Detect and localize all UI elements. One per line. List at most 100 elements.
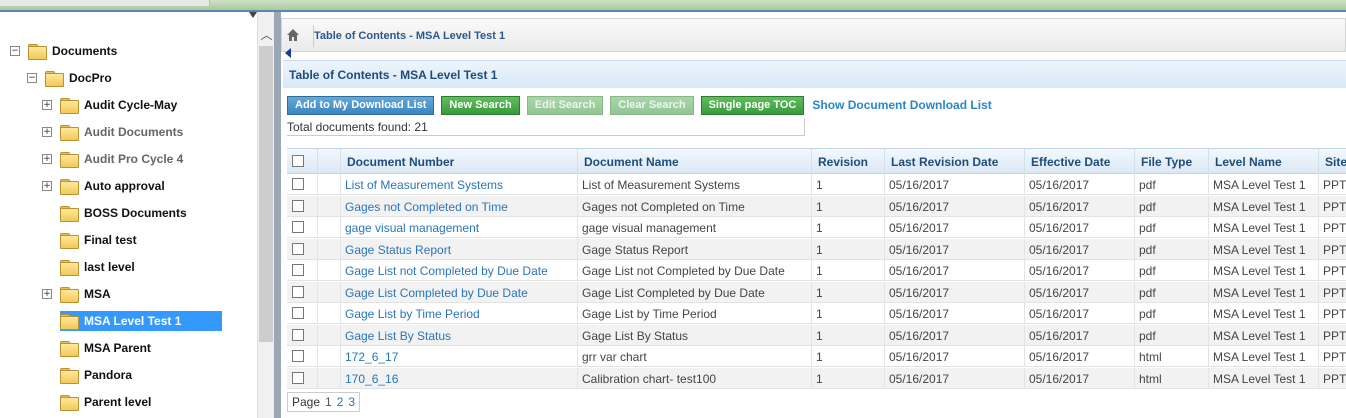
edit-search-button[interactable]: Edit Search	[526, 95, 604, 115]
tree-item-label: DocPro	[69, 71, 112, 85]
table-cell: List of Measurement Systems	[577, 174, 811, 195]
add-to-download-list-button[interactable]: Add to My Download List	[287, 95, 435, 115]
expand-icon[interactable]: +	[42, 127, 52, 137]
expand-icon[interactable]: +	[42, 289, 52, 299]
expand-icon[interactable]: +	[42, 100, 52, 110]
document-number-link[interactable]: List of Measurement Systems	[340, 174, 577, 195]
document-number-link[interactable]: Gages not Completed on Time	[340, 195, 577, 217]
top-frame-inner	[0, 0, 210, 6]
table-row[interactable]: Gage List Completed by Due Date Gage List…	[287, 281, 1346, 303]
table-row[interactable]: Gage Status Report Gage Status Report 1 05/…	[287, 238, 1346, 260]
tree-item-label: Final test	[84, 233, 137, 247]
tree-item[interactable]: BOSS Documents	[42, 203, 187, 223]
document-number-link[interactable]: Gage List Completed by Due Date	[340, 281, 577, 303]
column-header[interactable]: Document Number	[340, 149, 577, 175]
row-spacer	[317, 346, 340, 367]
tree-item[interactable]: Pandora	[42, 365, 132, 385]
row-spacer	[317, 303, 340, 324]
tree-item[interactable]: MSA Level Test 1	[60, 311, 222, 331]
tree-item[interactable]: − Documents	[10, 41, 117, 61]
table-row[interactable]: Gage List by Time Period Gage List by Tim…	[287, 303, 1346, 324]
table-cell: Gages not Completed on Time	[577, 195, 811, 217]
tree-item[interactable]: last level	[42, 257, 135, 277]
document-number-link[interactable]: Gage List by Time Period	[340, 303, 577, 324]
select-all-checkbox[interactable]	[292, 155, 304, 167]
tree-item[interactable]: − DocPro	[27, 68, 112, 88]
row-checkbox[interactable]	[292, 307, 304, 319]
column-header[interactable]: File Type	[1134, 149, 1208, 175]
collapse-icon[interactable]: −	[10, 46, 20, 56]
table-cell: PPT1	[1318, 367, 1346, 389]
row-spacer	[317, 195, 340, 217]
table-cell: PPT1	[1318, 281, 1346, 303]
tree-item[interactable]: MSA Parent	[42, 338, 151, 358]
breadcrumb-separator	[304, 25, 314, 47]
table-row[interactable]: gage visual management gage visual manage…	[287, 217, 1346, 238]
expand-icon[interactable]: +	[42, 181, 52, 191]
document-number-link[interactable]: 170_6_16	[340, 367, 577, 389]
table-row[interactable]: 170_6_16 Calibration chart- test100 1 05/16…	[287, 367, 1346, 389]
row-checkbox[interactable]	[292, 285, 304, 298]
document-tree: − Documents − DocPro + Audit Cycle-May + Audit …	[0, 12, 257, 418]
table-row[interactable]: 172_6_17 grr var chart 1 05/16/2017 05/16/20…	[287, 346, 1346, 367]
home-icon[interactable]	[286, 28, 300, 42]
document-number-link[interactable]: Gage List By Status	[340, 324, 577, 346]
page-number-link[interactable]: 1	[325, 395, 332, 409]
row-checkbox[interactable]	[292, 350, 304, 362]
column-header[interactable]: Level Name	[1208, 149, 1318, 175]
document-number-link[interactable]: 172_6_17	[340, 346, 577, 367]
new-search-button[interactable]: New Search	[441, 95, 520, 115]
table-row[interactable]: Gage List not Completed by Due Date Gage …	[287, 260, 1346, 281]
tree-item[interactable]: + MSA	[42, 284, 111, 304]
column-header[interactable]: Last Revision Date	[884, 149, 1024, 175]
tree-item[interactable]: + Audit Documents	[42, 122, 183, 142]
collapse-icon[interactable]: −	[27, 73, 37, 83]
expand-icon[interactable]: +	[42, 154, 52, 164]
table-row[interactable]: Gages not Completed on Time Gages not Com…	[287, 195, 1346, 217]
tree-scrollbar[interactable]: ︿	[257, 12, 274, 418]
table-cell: Gage List Completed by Due Date	[577, 281, 811, 303]
pane-splitter[interactable]	[274, 12, 281, 418]
column-header[interactable]: Site	[1318, 149, 1346, 175]
column-header[interactable]: Revision	[811, 149, 884, 175]
tree-item-label: Audit Cycle-May	[84, 98, 178, 112]
tree-item[interactable]: + Auto approval	[42, 176, 165, 196]
table-row[interactable]: List of Measurement Systems List of Measu…	[287, 174, 1346, 195]
single-page-toc-button[interactable]: Single page TOC	[700, 95, 805, 115]
scroll-up-arrow-icon[interactable]: ︿	[258, 26, 275, 44]
splitter-toggle-icon[interactable]	[249, 12, 257, 18]
row-checkbox[interactable]	[292, 221, 304, 233]
table-cell: 05/16/2017	[884, 346, 1024, 367]
table-cell: 05/16/2017	[884, 367, 1024, 389]
page-number-link[interactable]: 3	[348, 395, 355, 409]
tree-item[interactable]: Parent level	[42, 392, 151, 412]
table-cell: 05/16/2017	[884, 303, 1024, 324]
document-number-link[interactable]: Gage List not Completed by Due Date	[340, 260, 577, 281]
column-header[interactable]: Document Name	[577, 149, 811, 175]
row-checkbox[interactable]	[292, 178, 304, 190]
collapse-left-icon[interactable]	[285, 48, 291, 58]
table-cell: gage visual management	[577, 217, 811, 238]
row-checkbox[interactable]	[292, 371, 304, 384]
row-checkbox[interactable]	[292, 328, 304, 341]
table-cell: Gage List not Completed by Due Date	[577, 260, 811, 281]
tree-item[interactable]: Final test	[42, 230, 137, 250]
document-number-link[interactable]: gage visual management	[340, 217, 577, 238]
table-cell: pdf	[1134, 303, 1208, 324]
scroll-thumb[interactable]	[259, 46, 273, 342]
tree-item[interactable]: + Audit Pro Cycle 4	[42, 149, 183, 169]
table-cell: pdf	[1134, 281, 1208, 303]
table-cell: MSA Level Test 1	[1208, 195, 1318, 217]
tree-item[interactable]: + Audit Cycle-May	[42, 95, 177, 115]
document-number-link[interactable]: Gage Status Report	[340, 238, 577, 260]
page-number-link[interactable]: 2	[337, 395, 344, 409]
row-checkbox[interactable]	[292, 242, 304, 255]
clear-search-button[interactable]: Clear Search	[610, 95, 694, 115]
row-checkbox[interactable]	[292, 199, 304, 212]
row-checkbox[interactable]	[292, 264, 304, 276]
breadcrumb-item[interactable]: Table of Contents - MSA Level Test 1	[314, 30, 505, 42]
table-row[interactable]: Gage List By Status Gage List By Status 1 0…	[287, 324, 1346, 346]
table-cell: 1	[811, 238, 884, 260]
column-header[interactable]: Effective Date	[1024, 149, 1134, 175]
show-download-list-link[interactable]: Show Document Download List	[812, 98, 991, 112]
